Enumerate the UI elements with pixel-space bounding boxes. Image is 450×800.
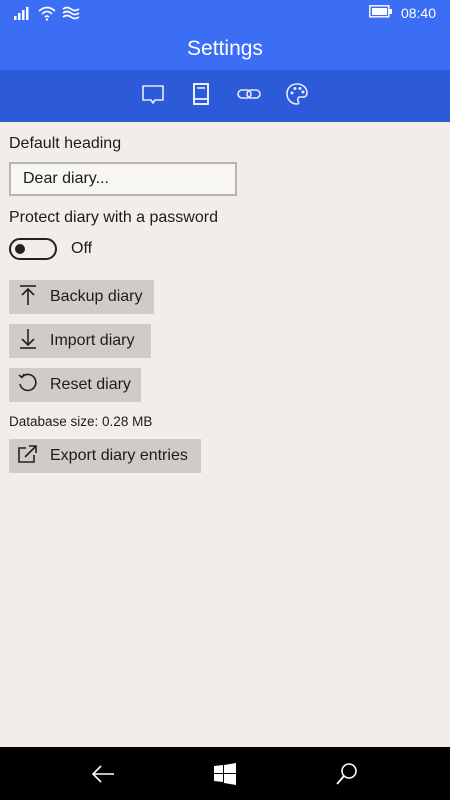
toggle-state-label: Off — [71, 240, 93, 257]
clock-time: 08:40 — [400, 5, 436, 21]
start-button[interactable] — [212, 761, 238, 787]
import-diary-button[interactable]: Import diary — [9, 324, 151, 358]
palette-icon — [284, 81, 310, 112]
page-title: Settings — [0, 28, 450, 70]
tab-bar — [0, 70, 450, 122]
reset-rotate-icon — [17, 372, 50, 399]
search-button[interactable] — [334, 761, 360, 787]
password-toggle[interactable]: Off — [9, 238, 92, 260]
toggle-track[interactable] — [9, 238, 57, 260]
windows-logo-icon — [212, 763, 238, 791]
battery-icon — [369, 5, 393, 21]
reset-diary-button[interactable]: Reset diary — [9, 368, 141, 402]
book-icon — [188, 81, 214, 112]
tab-themes[interactable] — [283, 82, 311, 110]
wireless-icon — [62, 6, 80, 25]
comment-icon — [140, 81, 166, 112]
back-arrow-icon — [90, 765, 116, 791]
status-bar: 08:40 — [0, 0, 450, 28]
database-size-text: Database size: 0.28 MB — [9, 414, 153, 429]
download-arrow-icon — [17, 328, 50, 355]
default-heading-label: Default heading — [9, 135, 122, 152]
import-diary-label: Import diary — [50, 332, 135, 349]
search-icon — [334, 763, 360, 791]
reset-diary-label: Reset diary — [50, 376, 131, 393]
signal-bars-icon — [14, 6, 32, 25]
export-diary-label: Export diary entries — [50, 447, 188, 464]
tab-diary[interactable] — [187, 82, 215, 110]
tab-links[interactable] — [235, 82, 263, 110]
default-heading-input[interactable] — [9, 162, 237, 196]
export-diary-button[interactable]: Export diary entries — [9, 439, 201, 473]
wifi-icon — [38, 5, 56, 26]
password-protect-label: Protect diary with a password — [9, 209, 218, 226]
navigation-bar — [0, 747, 450, 800]
share-export-icon — [17, 443, 50, 470]
backup-diary-label: Backup diary — [50, 288, 143, 305]
toggle-knob — [15, 244, 25, 254]
upload-arrow-icon — [17, 284, 50, 311]
backup-diary-button[interactable]: Backup diary — [9, 280, 154, 314]
link-icon — [236, 81, 262, 112]
back-button[interactable] — [90, 761, 116, 787]
tab-comments[interactable] — [139, 82, 167, 110]
